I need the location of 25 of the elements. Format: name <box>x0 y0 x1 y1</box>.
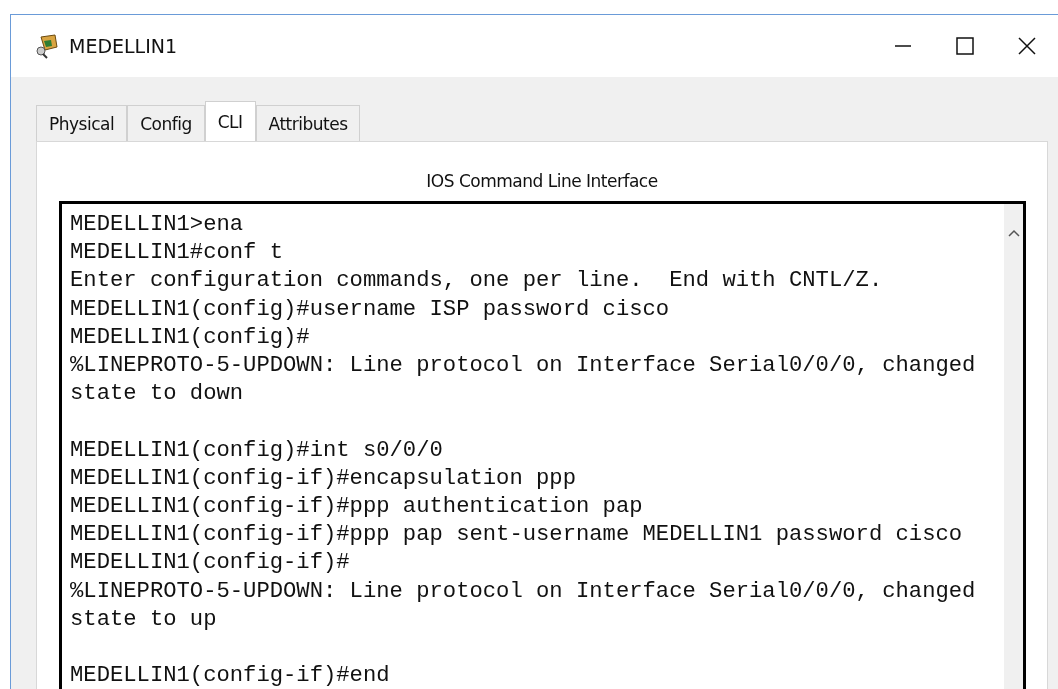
tab[interactable]: Config <box>127 105 205 141</box>
console-line: MEDELLIN1(config)# <box>70 323 311 352</box>
console-line: MEDELLIN1(config)#int s0/0/0 <box>70 436 444 465</box>
panel-heading: IOS Command Line Interface <box>425 170 659 193</box>
console-line: MEDELLIN1>ena <box>70 211 245 239</box>
console-line: MEDELLIN1(config-if)#encapsulation ppp <box>70 464 577 493</box>
console-line: %LINEPROTO-5-UPDOWN: Line protocol on Interface Serial0/0/0, changed state to up <box>70 577 977 634</box>
maximize-icon <box>955 36 975 56</box>
console-line: Enter configuration commands, one per line. End with CNTL/Z. <box>70 267 884 296</box>
scroll-up-icon[interactable] <box>1007 229 1020 237</box>
console-line: MEDELLIN1#conf t <box>70 239 285 268</box>
console-line: MEDELLIN1(config-if)# <box>70 549 351 578</box>
console-line: MEDELLIN1(config-if)#end <box>70 662 391 689</box>
scrollbar[interactable] <box>1004 204 1023 689</box>
tab[interactable]: Attributes <box>255 105 361 141</box>
console-line: %LINEPROTO-5-UPDOWN: Line protocol on Interface Serial0/0/0, changed state to down <box>70 352 977 409</box>
console-line: MEDELLIN1(config)#username ISP password cisco <box>70 295 671 324</box>
tab[interactable]: CLI <box>204 101 256 141</box>
close-icon <box>1017 36 1037 56</box>
window-title: MEDELLIN1 <box>69 35 178 57</box>
minimize-icon <box>895 45 911 47</box>
router-icon <box>35 33 61 59</box>
tab[interactable]: Physical <box>36 105 128 141</box>
console-line: MEDELLIN1(config-if)#ppp authentication pap <box>70 493 644 521</box>
console-line: MEDELLIN1(config-if)#ppp pap sent-username MEDELLIN1 password cisco <box>70 521 964 550</box>
